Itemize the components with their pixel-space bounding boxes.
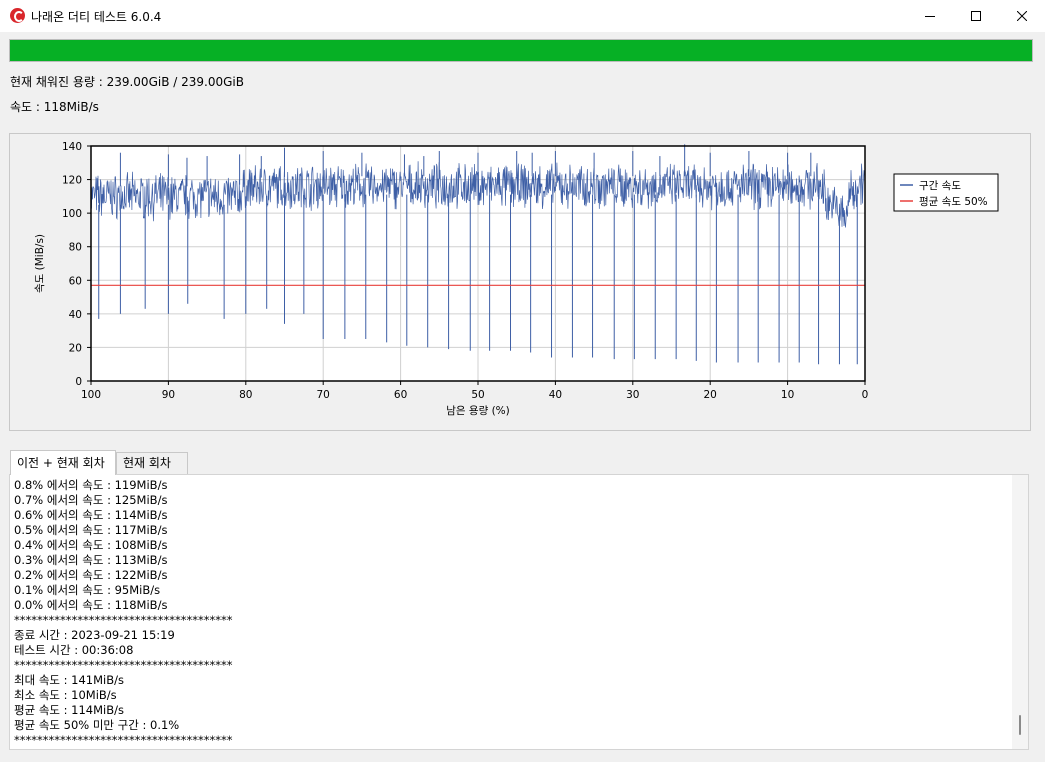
maximize-button[interactable] xyxy=(953,0,999,32)
legend-label-average: 평균 속도 50% xyxy=(919,196,988,208)
x-axis-label: 남은 용량 (%) xyxy=(446,405,510,417)
log-box[interactable]: 0.8% 에서의 속도 : 119MiB/s 0.7% 에서의 속도 : 125M… xyxy=(9,474,1029,750)
speed-chart: 100 90 80 70 60 50 40 30 20 10 0020406080100120140… xyxy=(34,141,999,417)
x-tick-label: 60 xyxy=(394,389,407,401)
y-tick-label: 40 xyxy=(69,309,82,321)
y-tick-label: 20 xyxy=(69,342,82,354)
y-axis-label: 속도 (MiB/s) xyxy=(34,234,46,293)
log-line: 평균 속도 : 114MiB/s xyxy=(14,703,124,717)
y-tick-label: 120 xyxy=(62,175,82,187)
progress-fill xyxy=(10,40,1032,61)
app-logo-icon xyxy=(10,8,25,23)
log-line: ************************************** xyxy=(14,733,233,747)
log-line: ************************************** xyxy=(14,658,233,672)
title-bar: 나래온 더티 테스트 6.0.4 xyxy=(0,0,1045,32)
log-line: 0.6% 에서의 속도 : 114MiB/s xyxy=(14,508,168,522)
close-icon xyxy=(1017,11,1027,21)
minimize-icon xyxy=(925,16,935,17)
x-tick-label: 50 xyxy=(471,389,484,401)
log-line: ************************************** xyxy=(14,613,233,627)
progress-bar xyxy=(9,39,1033,62)
x-tick-label: 80 xyxy=(239,389,252,401)
log-line: 0.4% 에서의 속도 : 108MiB/s xyxy=(14,538,168,552)
log-line: 테스트 시간 : 00:36:08 xyxy=(14,643,134,657)
tab-all-rounds[interactable]: 이전 + 현재 회차 xyxy=(10,450,116,475)
log-line: 0.7% 에서의 속도 : 125MiB/s xyxy=(14,493,168,507)
x-tick-label: 40 xyxy=(549,389,562,401)
y-tick-label: 80 xyxy=(69,242,82,254)
speed-label: 속도 : 118MiB/s xyxy=(10,100,99,114)
y-tick-label: 100 xyxy=(62,208,82,220)
filled-capacity-label: 현재 채워진 용량 : 239.00GiB / 239.00GiB xyxy=(10,75,244,89)
y-tick-label: 0 xyxy=(75,376,82,388)
log-line: 0.3% 에서의 속도 : 113MiB/s xyxy=(14,553,168,567)
log-line: 0.8% 에서의 속도 : 119MiB/s xyxy=(14,478,168,492)
y-tick-label: 140 xyxy=(62,141,82,153)
maximize-icon xyxy=(971,11,981,21)
log-line: 0.2% 에서의 속도 : 122MiB/s xyxy=(14,568,168,582)
scroll-thumb[interactable] xyxy=(1019,715,1021,735)
chart-panel: 100 90 80 70 60 50 40 30 20 10 0 0 20 40 60 80 100 120 140… xyxy=(9,133,1031,431)
log-line: 최대 속도 : 141MiB/s xyxy=(14,673,124,687)
log-line: 0.0% 에서의 속도 : 118MiB/s xyxy=(14,598,168,612)
close-button[interactable] xyxy=(999,0,1045,32)
x-tick-label: 70 xyxy=(317,389,330,401)
legend-label-speed: 구간 속도 xyxy=(919,180,961,192)
x-tick-label: 0 xyxy=(862,389,869,401)
x-tick-label: 20 xyxy=(704,389,717,401)
x-tick-label: 90 xyxy=(162,389,175,401)
minimize-button[interactable] xyxy=(907,0,953,32)
log-line: 0.5% 에서의 속도 : 117MiB/s xyxy=(14,523,168,537)
y-tick-label: 60 xyxy=(69,275,82,287)
log-scrollbar[interactable] xyxy=(1012,475,1028,749)
log-line: 종료 시간 : 2023-09-21 15:19 xyxy=(14,628,175,642)
log-line: 0.1% 에서의 속도 : 95MiB/s xyxy=(14,583,161,597)
window-title: 나래온 더티 테스트 6.0.4 xyxy=(31,10,162,24)
log-lines: 0.8% 에서의 속도 : 119MiB/s 0.7% 에서의 속도 : 125M… xyxy=(14,478,233,748)
log-line: 평균 속도 50% 미만 구간 : 0.1% xyxy=(14,718,180,732)
x-tick-label: 30 xyxy=(626,389,639,401)
x-tick-label: 10 xyxy=(781,389,794,401)
x-tick-label: 100 xyxy=(81,389,101,401)
log-line: 최소 속도 : 10MiB/s xyxy=(14,688,117,702)
tab-current-round[interactable]: 현재 회차 xyxy=(116,452,188,474)
